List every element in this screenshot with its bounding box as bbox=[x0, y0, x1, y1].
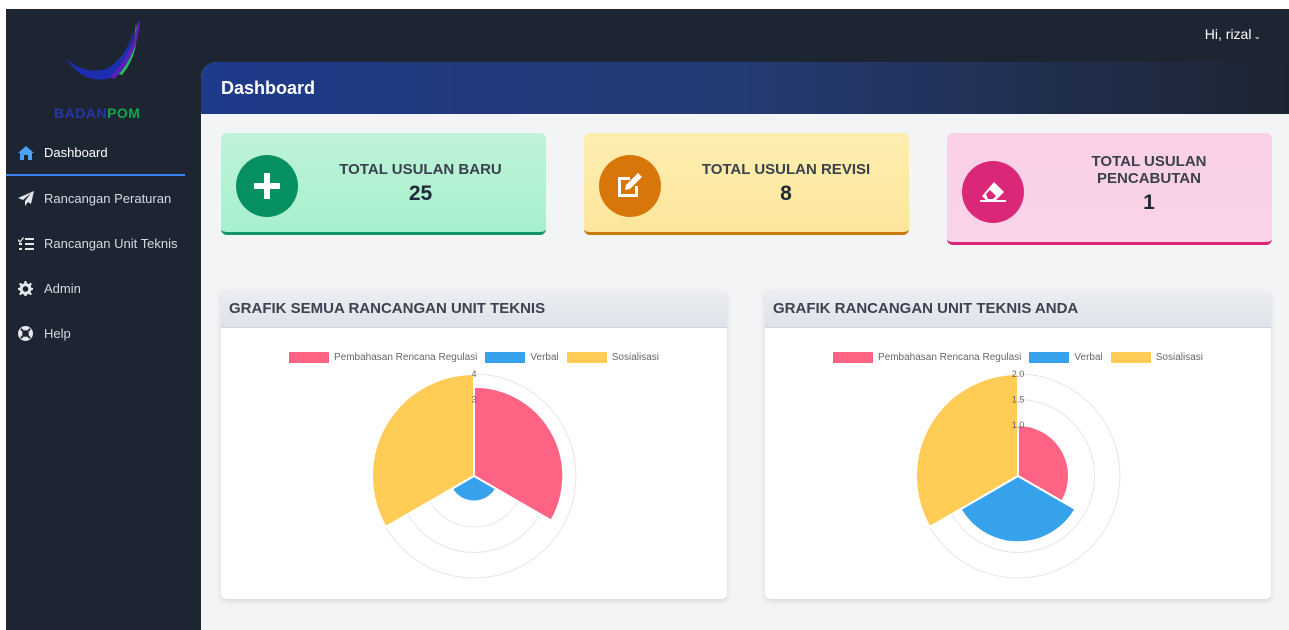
badan-pom-logo[interactable]: BADANPOM bbox=[36, 17, 171, 125]
page-title: Dashboard bbox=[201, 62, 1289, 114]
tasks-icon bbox=[18, 235, 40, 253]
chevron-down-icon: ⌄ bbox=[1253, 31, 1261, 41]
paper-plane-icon bbox=[18, 190, 40, 208]
card-title: TOTAL USULAN PENCABUTAN bbox=[1091, 153, 1207, 187]
card-text: TOTAL USULAN PENCABUTAN 1 bbox=[1059, 153, 1239, 215]
home-icon bbox=[18, 144, 40, 162]
logo-text: BADANPOM bbox=[54, 105, 140, 121]
chart-panel-semua: GRAFIK SEMUA RANCANGAN UNIT TEKNIS Pemba… bbox=[221, 290, 727, 599]
sidebar-item-rancangan-unit-teknis[interactable]: Rancangan Unit Teknis bbox=[6, 221, 201, 266]
radial-tick-label: 4 bbox=[471, 369, 476, 379]
logo-word-pom: POM bbox=[107, 105, 141, 121]
sidebar: BADANPOM Dashboard Rancangan Peraturan R… bbox=[6, 9, 201, 630]
card-total-usulan-baru[interactable]: TOTAL USULAN BARU 25 bbox=[221, 133, 546, 235]
polar-slice-sosialisasi bbox=[371, 372, 475, 529]
sidebar-item-rancangan-peraturan[interactable]: Rancangan Peraturan bbox=[6, 176, 201, 221]
card-text: TOTAL USULAN REVISI 8 bbox=[696, 161, 876, 206]
radial-tick-label: 2.0 bbox=[1012, 369, 1025, 379]
sidebar-nav: Dashboard Rancangan Peraturan Rancangan … bbox=[6, 131, 201, 356]
sidebar-item-label: Dashboard bbox=[44, 145, 108, 160]
logo-word-badan: BADAN bbox=[54, 105, 108, 121]
sidebar-item-label: Rancangan Unit Teknis bbox=[44, 236, 178, 251]
chart-title: GRAFIK SEMUA RANCANGAN UNIT TEKNIS bbox=[221, 290, 727, 328]
card-title: TOTAL USULAN BARU bbox=[339, 161, 502, 178]
life-ring-icon bbox=[18, 325, 40, 343]
main-content: Dashboard TOTAL USULAN BARU 25 TOTAL USU… bbox=[201, 62, 1289, 630]
polar-area-chart: 2.0 1.5 1.0 bbox=[915, 369, 1121, 579]
eraser-icon bbox=[962, 161, 1024, 223]
gear-icon bbox=[18, 280, 40, 298]
sidebar-item-label: Admin bbox=[44, 281, 81, 296]
sidebar-item-label: Help bbox=[44, 326, 71, 341]
logo-swoosh-icon bbox=[66, 21, 140, 80]
radial-tick-label: 1.5 bbox=[1012, 395, 1025, 405]
polar-slice-pembahasan-rencana-regulasi bbox=[473, 385, 565, 522]
sidebar-item-dashboard[interactable]: Dashboard bbox=[6, 131, 185, 176]
card-total-usulan-pencabutan[interactable]: TOTAL USULAN PENCABUTAN 1 bbox=[947, 133, 1272, 245]
user-menu[interactable]: Hi, rizal ⌄ bbox=[1205, 26, 1261, 42]
card-value: 8 bbox=[780, 182, 792, 205]
sidebar-item-label: Rancangan Peraturan bbox=[44, 191, 172, 206]
card-value: 25 bbox=[408, 182, 433, 205]
sidebar-item-help[interactable]: Help bbox=[6, 311, 201, 356]
card-title: TOTAL USULAN REVISI bbox=[701, 161, 871, 178]
sidebar-item-admin[interactable]: Admin bbox=[6, 266, 201, 311]
plus-icon bbox=[236, 155, 298, 217]
card-value: 1 bbox=[1143, 191, 1155, 214]
radial-tick-label: 1.0 bbox=[1012, 420, 1025, 430]
user-greeting: Hi, rizal bbox=[1204, 26, 1252, 42]
edit-icon bbox=[599, 155, 661, 217]
chart-title: GRAFIK RANCANGAN UNIT TEKNIS ANDA bbox=[765, 290, 1271, 328]
chart-panel-anda: GRAFIK RANCANGAN UNIT TEKNIS ANDA Pembah… bbox=[765, 290, 1271, 599]
polar-area-chart: 43 bbox=[371, 369, 577, 579]
radial-tick-label: 3 bbox=[471, 395, 476, 405]
card-text: TOTAL USULAN BARU 25 bbox=[333, 161, 508, 206]
card-total-usulan-revisi[interactable]: TOTAL USULAN REVISI 8 bbox=[584, 133, 909, 235]
app-window: BADANPOM Dashboard Rancangan Peraturan R… bbox=[6, 9, 1289, 630]
